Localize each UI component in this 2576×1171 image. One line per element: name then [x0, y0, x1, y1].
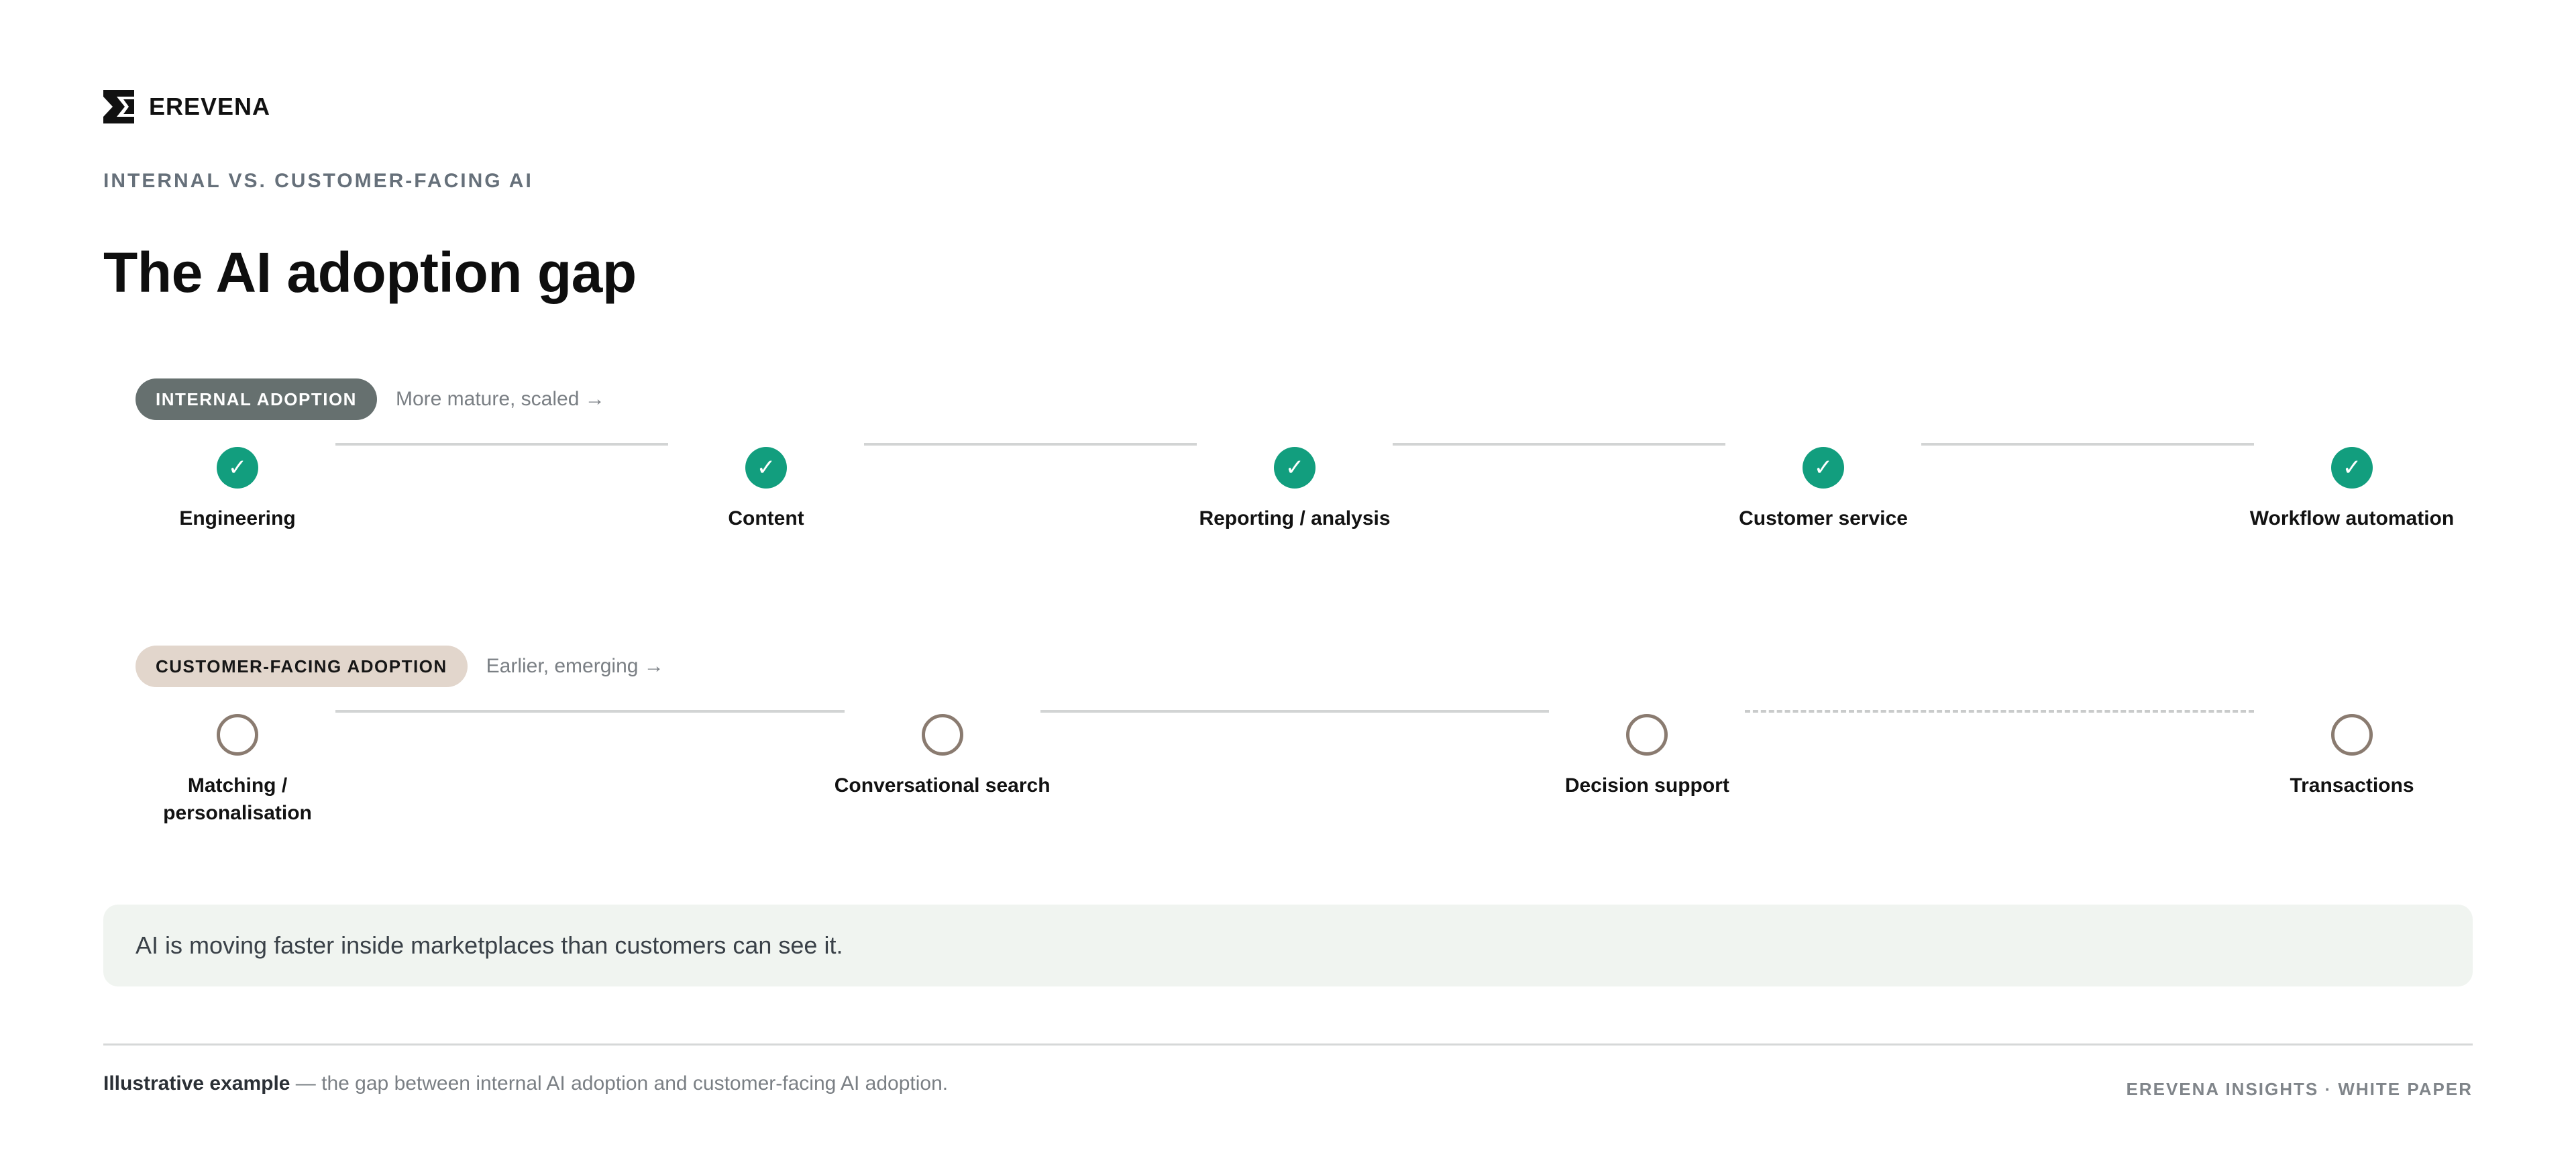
check-icon: ✓ — [2331, 447, 2373, 489]
internal-connector — [335, 443, 668, 446]
check-icon: ✓ — [745, 447, 787, 489]
customer-stage: Transactions — [2231, 714, 2473, 799]
internal-connector — [864, 443, 1197, 446]
brand-name: EREVENA — [149, 93, 271, 120]
page: EREVENA INTERNAL VS. CUSTOMER-FACING AI … — [103, 0, 2473, 1171]
customer-stage-label: Transactions — [2290, 774, 2414, 797]
customer-adoption-track: CUSTOMER-FACING ADOPTION Earlier, emergi… — [103, 646, 2473, 847]
internal-track-header: INTERNAL ADOPTION More mature, scaled → — [136, 378, 605, 420]
customer-stage-label: Conversational search — [834, 774, 1051, 797]
customer-stage-lane: Matching / personalisation Conversational… — [103, 710, 2473, 860]
empty-circle-icon — [921, 714, 963, 756]
eyebrow: INTERNAL VS. CUSTOMER-FACING AI — [103, 170, 533, 192]
internal-stage-label: Customer service — [1739, 507, 1908, 529]
footer-note-strong: Illustrative example — [103, 1072, 290, 1094]
check-icon: ✓ — [1274, 447, 1316, 489]
erevena-logo-icon — [103, 90, 134, 123]
customer-stage: Decision support — [1526, 714, 1768, 799]
customer-stage: Matching / personalisation — [117, 714, 358, 827]
internal-adoption-track: INTERNAL ADOPTION More mature, scaled → … — [103, 378, 2473, 580]
customer-facing-adoption-badge: CUSTOMER-FACING ADOPTION — [136, 646, 468, 687]
internal-stage-label: Workflow automation — [2249, 507, 2455, 529]
customer-stage: Conversational search — [822, 714, 1063, 799]
internal-adoption-badge: INTERNAL ADOPTION — [136, 378, 377, 420]
customer-connector — [335, 710, 845, 713]
check-icon: ✓ — [217, 447, 258, 489]
key-insight-callout: AI is moving faster inside marketplaces … — [103, 905, 2473, 986]
empty-circle-icon — [2331, 714, 2373, 756]
callout-text: AI is moving faster inside marketplaces … — [136, 931, 843, 959]
internal-track-note: More mature, scaled → — [395, 388, 605, 410]
check-icon: ✓ — [1803, 447, 1844, 489]
footer-source: EREVENA INSIGHTS · WHITE PAPER — [2126, 1079, 2473, 1099]
customer-connector — [1745, 710, 2254, 713]
internal-connector — [1921, 443, 2254, 446]
internal-stage: ✓ Content — [645, 447, 887, 532]
customer-track-header: CUSTOMER-FACING ADOPTION Earlier, emergi… — [136, 646, 664, 687]
internal-stage-label: Engineering — [179, 507, 296, 529]
footer-note-rest: — the gap between internal AI adoption a… — [290, 1072, 949, 1094]
internal-connector — [1393, 443, 1725, 446]
internal-stage: ✓ Engineering — [117, 447, 358, 532]
internal-stage-label: Reporting / analysis — [1199, 507, 1391, 529]
internal-stage-lane: ✓ Engineering ✓ Content ✓ Reporting / analysi… — [103, 443, 2473, 593]
customer-stage-label: Matching / personalisation — [163, 774, 312, 824]
customer-connector — [1040, 710, 1550, 713]
page-title: The AI adoption gap — [103, 241, 637, 304]
footer-divider — [103, 1043, 2473, 1046]
internal-stage-label: Content — [728, 507, 804, 529]
customer-stage-label: Decision support — [1564, 774, 1729, 797]
footer-note: Illustrative example — the gap between i… — [103, 1072, 948, 1095]
customer-track-note: Earlier, emerging → — [486, 655, 664, 677]
empty-circle-icon — [1626, 714, 1668, 756]
brand: EREVENA — [103, 90, 270, 123]
empty-circle-icon — [217, 714, 258, 756]
internal-stage: ✓ Reporting / analysis — [1174, 447, 1415, 532]
internal-stage: ✓ Customer service — [1703, 447, 1944, 532]
internal-stage: ✓ Workflow automation — [2231, 447, 2473, 532]
